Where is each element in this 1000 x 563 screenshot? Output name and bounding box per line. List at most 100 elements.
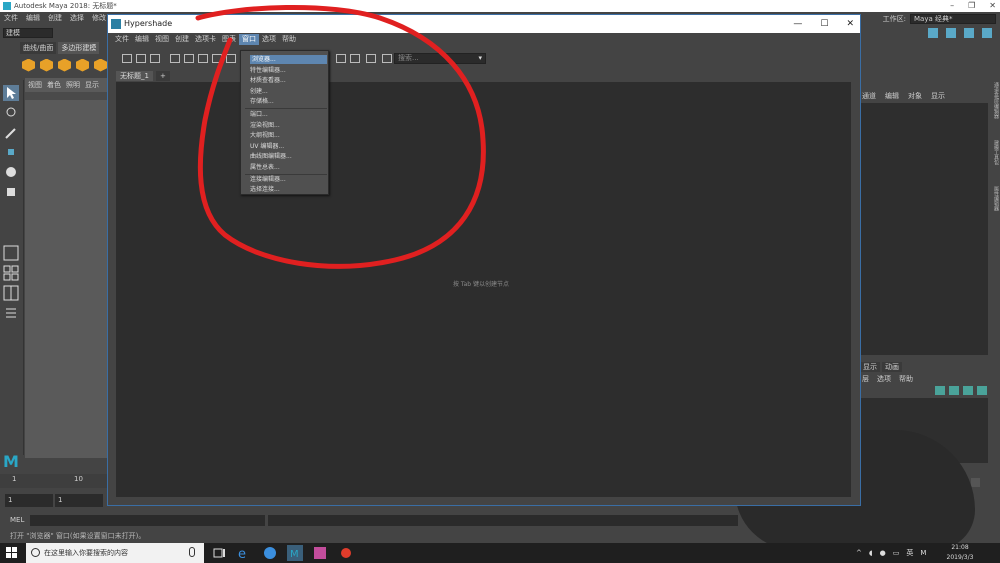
viewport-menu-view[interactable]: 视图 [28,80,42,90]
lasso-tool-icon[interactable] [3,105,19,121]
new-layer-selected-icon[interactable] [977,386,987,395]
menu-item-browser[interactable]: 浏览器... [250,55,327,64]
shelf-tab-curves[interactable]: 曲线/曲面 [20,42,57,54]
maximize-icon[interactable]: ☐ [820,15,828,33]
network-icon[interactable]: ▭ [893,549,900,557]
rotate-tool-icon[interactable] [3,164,19,180]
layer-move-up-icon[interactable] [935,386,945,395]
paint-select-icon[interactable] [3,125,19,141]
menu-item-outliner[interactable]: 大纲视图... [250,131,280,140]
layer-menu-help[interactable]: 帮助 [899,374,913,384]
maya-taskbar-icon[interactable]: M [287,545,303,561]
input-method-icon[interactable]: ● [880,549,886,557]
menu-item-select-connection[interactable]: 选择连接... [250,185,280,194]
frame-all-icon[interactable] [170,54,180,63]
side-tab-attribute-editor[interactable]: 属性编辑器 [990,186,1000,211]
menu-create[interactable]: 创建 [44,12,66,25]
channel-box-body[interactable] [860,103,988,355]
hs-menu-edit[interactable]: 编辑 [132,34,152,45]
add-selected-icon[interactable] [198,54,208,63]
viewport-menu-shading[interactable]: 着色 [47,80,61,90]
hypershade-search-input[interactable]: 搜索... ▾ [394,53,486,64]
hs-menu-view[interactable]: 视图 [152,34,172,45]
viewport-menu-show[interactable]: 显示 [85,80,99,90]
hs-menu-file[interactable]: 文件 [112,34,132,45]
restore-icon[interactable]: ❐ [968,0,975,12]
channel-menu-edit[interactable]: 编辑 [885,91,899,101]
menu-item-bins[interactable]: 存储格... [250,97,274,106]
menu-item-port[interactable]: 端口... [250,110,268,119]
tab-untitled[interactable]: 无标题_1 [116,71,153,81]
minimize-icon[interactable]: — [793,15,802,33]
ime-mode-icon[interactable]: M [920,549,926,557]
edge-browser-icon[interactable]: e [236,545,252,562]
render-icon[interactable] [928,28,938,38]
scale-tool-icon[interactable] [3,184,19,200]
photos-app-icon[interactable] [312,545,328,561]
menu-item-material-viewer[interactable]: 材质查看器... [250,76,286,85]
viewport-icon-bar[interactable] [25,92,109,100]
select-tool-icon[interactable] [3,85,19,101]
hs-menu-tabs[interactable]: 选项卡 [192,34,219,45]
single-view-icon[interactable] [3,245,19,261]
poly-cube-icon[interactable] [40,58,53,72]
go-to-end-icon[interactable] [971,478,980,487]
four-view-icon[interactable] [3,265,19,281]
menu-select[interactable]: 选择 [66,12,88,25]
close-icon[interactable]: ✕ [989,0,996,12]
hs-menu-graph[interactable]: 图表 [219,34,239,45]
taskbar-clock[interactable]: 21:08 2019/3/3 [940,543,980,563]
add-tab-button[interactable]: + [155,71,170,81]
poly-cone-icon[interactable] [76,58,89,72]
hypershade-title-bar[interactable]: Hypershade — ☐ ✕ [108,15,860,33]
graph-in-out-icon[interactable] [136,54,146,63]
windows-start-icon[interactable] [6,547,18,559]
hs-menu-options[interactable]: 选项 [259,34,279,45]
menu-item-graph-editor[interactable]: 曲线图编辑器... [250,152,292,161]
channel-box-icon[interactable] [982,28,992,38]
chevron-down-icon[interactable]: ▾ [478,54,482,63]
menu-edit[interactable]: 编辑 [22,12,44,25]
layer-menu-options[interactable]: 选项 [877,374,891,384]
chevron-up-icon[interactable]: ^ [856,549,862,557]
volume-icon[interactable]: ◖ [869,549,873,557]
menu-item-connection-editor[interactable]: 连接编辑器... [250,175,286,184]
mode-dropdown[interactable]: 建模 [3,28,53,38]
workspace-dropdown[interactable]: Maya 经典* [910,13,996,24]
current-frame-field[interactable]: 1 [55,494,103,507]
move-tool-icon[interactable] [3,144,19,160]
outliner-view-icon[interactable] [3,305,19,321]
layer-menu-layers[interactable]: 层 [862,374,869,384]
taskbar-search-input[interactable]: 在这里输入你要搜索的内容 [26,543,204,563]
remove-selected-icon[interactable] [212,54,222,63]
minimize-icon[interactable]: – [950,0,954,12]
menu-item-render-view[interactable]: 渲染视图... [250,121,280,130]
paint-app-icon[interactable] [338,545,354,561]
two-view-icon[interactable] [3,285,19,301]
graph-output-icon[interactable] [150,54,160,63]
viewport-panel[interactable] [25,78,109,458]
poly-sphere-icon[interactable] [22,58,35,72]
new-layer-icon[interactable] [963,386,973,395]
task-view-icon[interactable] [211,545,227,561]
poly-torus-icon[interactable] [94,58,107,72]
attribute-editor-icon[interactable] [964,28,974,38]
menu-item-attribute-spreadsheet[interactable]: 属性总表... [250,163,280,172]
layer-tab-anim[interactable]: 动画 [882,362,902,372]
hs-menu-create[interactable]: 创建 [172,34,192,45]
graph-input-icon[interactable] [122,54,132,63]
menu-file[interactable]: 文件 [0,12,22,25]
browser-app-icon[interactable] [262,545,278,561]
menu-item-create[interactable]: 创建... [250,87,268,96]
menu-item-uv-editor[interactable]: UV 编辑器... [250,142,284,151]
clear-graph-icon[interactable] [226,54,236,63]
modeling-toolkit-icon[interactable] [946,28,956,38]
side-tab-modeling-toolkit[interactable]: 建模工具包 [990,140,1000,165]
menu-item-property-editor[interactable]: 特性编辑器... [250,66,286,75]
channel-menu-channels[interactable]: 通道 [862,91,876,101]
microphone-icon[interactable] [189,547,195,557]
layer-tab-display[interactable]: 显示 [860,362,880,372]
channel-menu-show[interactable]: 显示 [931,91,945,101]
viewport-menu-lighting[interactable]: 照明 [66,80,80,90]
poly-cylinder-icon[interactable] [58,58,71,72]
